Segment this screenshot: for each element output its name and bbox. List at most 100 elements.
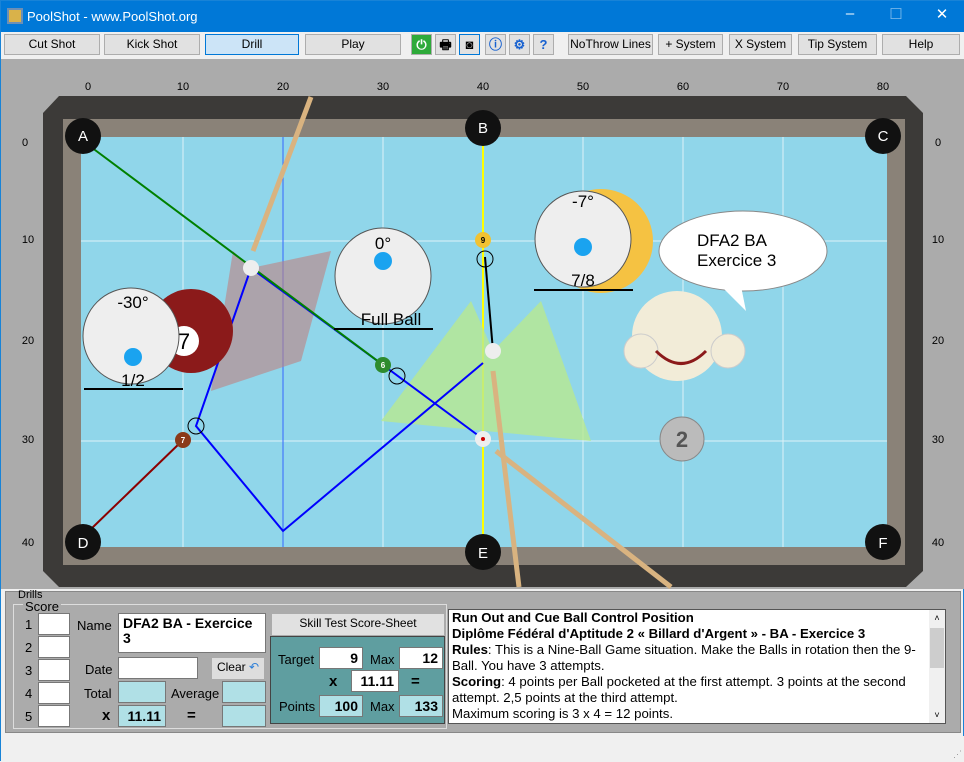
- svg-text:Full Ball: Full Ball: [361, 310, 421, 329]
- x-tick: 0: [85, 81, 91, 93]
- points-label: Points: [279, 699, 316, 714]
- table-area[interactable]: 0 10 20 30 40 50 60 70 80 0 10 20 30 40 0 10 20 30 40 A …: [1, 59, 964, 589]
- max-label: Max: [370, 699, 395, 714]
- svg-text:DFA2 BA: DFA2 BA: [697, 231, 768, 250]
- x-tick: 30: [377, 81, 389, 93]
- svg-text:30: 30: [22, 434, 34, 446]
- svg-text:20: 20: [22, 335, 34, 347]
- row-label: 4: [25, 686, 33, 701]
- svg-text:A: A: [78, 128, 88, 145]
- description-title: Run Out and Cue Ball Control Position: [452, 610, 694, 625]
- no-throw-lines-button[interactable]: NoThrow Lines: [568, 34, 653, 55]
- cut-shot-button[interactable]: Cut Shot: [4, 34, 100, 55]
- equals-sign: =: [411, 673, 420, 690]
- svg-text:B: B: [478, 120, 488, 137]
- help-doc-icon[interactable]: ?: [533, 34, 554, 55]
- row-label: 2: [25, 640, 33, 655]
- equals-sign: =: [187, 707, 196, 724]
- svg-text:7/8: 7/8: [571, 271, 595, 290]
- svg-text:0: 0: [935, 137, 941, 149]
- plus-system-button[interactable]: + System: [658, 34, 723, 55]
- toolbar: Cut Shot Kick Shot Drill Play ⏻ 🖶 ◙ ⓘ ⚙ …: [1, 32, 964, 59]
- date-label: Date: [85, 662, 113, 677]
- x-tick: 60: [677, 81, 689, 93]
- name-input[interactable]: DFA2 BA - Exercice 3: [118, 613, 266, 653]
- drill-description[interactable]: Run Out and Cue Ball Control Position Di…: [448, 609, 946, 724]
- max-scoring-text: Maximum scoring is 3 x 4 = 12 points.: [452, 706, 673, 721]
- resize-grip-icon[interactable]: ⋰: [953, 749, 962, 760]
- svg-text:7: 7: [178, 329, 190, 354]
- row-label: 1: [25, 617, 33, 632]
- scoring-text: Scoring: 4 points per Ball pocketed at t…: [452, 674, 906, 705]
- date-input[interactable]: [118, 657, 198, 679]
- x-tick: 50: [577, 81, 589, 93]
- row-label: 5: [25, 709, 33, 724]
- settings-icon[interactable]: ⚙: [509, 34, 530, 55]
- clear-button[interactable]: Clear ↶: [212, 658, 264, 679]
- print-icon[interactable]: 🖶: [435, 34, 456, 55]
- score-2-input[interactable]: [38, 636, 70, 658]
- svg-text:1/2: 1/2: [121, 371, 145, 390]
- svg-text:Exercice 3: Exercice 3: [697, 251, 776, 270]
- svg-text:20: 20: [932, 335, 944, 347]
- play-button[interactable]: Play: [305, 34, 401, 55]
- power-icon[interactable]: ⏻: [411, 34, 432, 55]
- name-label: Name: [77, 618, 112, 633]
- cue-ball-position: [243, 260, 259, 276]
- svg-text:2: 2: [676, 427, 688, 452]
- drill-button[interactable]: Drill: [205, 34, 299, 55]
- pool-table[interactable]: 0 10 20 30 40 50 60 70 80 010203040 010203040 A …: [1, 59, 964, 589]
- svg-text:F: F: [878, 535, 887, 552]
- max-label: Max: [370, 652, 395, 667]
- info-icon[interactable]: ⓘ: [485, 34, 506, 55]
- score-3-input[interactable]: [38, 659, 70, 681]
- vertical-scrollbar[interactable]: ˄ ˅: [929, 610, 945, 723]
- maximize-button[interactable]: ☐: [873, 5, 919, 29]
- svg-text:40: 40: [932, 537, 944, 549]
- x-system-button[interactable]: X System: [729, 34, 792, 55]
- kick-shot-button[interactable]: Kick Shot: [104, 34, 200, 55]
- target-input[interactable]: 9: [319, 647, 363, 669]
- total-label: Total: [84, 686, 112, 701]
- svg-text:D: D: [78, 535, 89, 552]
- score-5-input[interactable]: [38, 705, 70, 727]
- camera-icon[interactable]: ◙: [459, 34, 480, 55]
- score-1-input[interactable]: [38, 613, 70, 635]
- multiplier-field: 11.11: [118, 705, 166, 727]
- tip-system-button[interactable]: Tip System: [798, 34, 877, 55]
- svg-text:-7°: -7°: [572, 192, 594, 211]
- svg-text:C: C: [878, 128, 889, 145]
- svg-text:30: 30: [932, 434, 944, 446]
- score-4-input[interactable]: [38, 682, 70, 704]
- result-field: [222, 705, 266, 727]
- multiplier-input[interactable]: 11.11: [351, 670, 399, 692]
- minimize-button[interactable]: –: [827, 5, 873, 29]
- close-button[interactable]: ✕: [919, 5, 964, 29]
- points-field: 100: [319, 695, 363, 717]
- x-tick: 40: [477, 81, 489, 93]
- svg-text:10: 10: [22, 234, 34, 246]
- x-tick: 70: [777, 81, 789, 93]
- svg-text:0: 0: [22, 137, 28, 149]
- skill-test-score-sheet-button[interactable]: Skill Test Score-Sheet: [272, 614, 444, 635]
- help-button[interactable]: Help: [882, 34, 960, 55]
- svg-text:10: 10: [932, 234, 944, 246]
- svg-text:6: 6: [381, 361, 386, 370]
- status-bar: ⋰: [1, 736, 964, 762]
- max-input[interactable]: 12: [399, 647, 443, 669]
- target-label: Target: [278, 652, 315, 667]
- svg-text:E: E: [478, 545, 488, 562]
- x-axis-ticks: 0 10 20 30 40 50 60 70 80: [85, 81, 889, 93]
- rules-text: Rules: This is a Nine-Ball Game situatio…: [452, 642, 916, 673]
- window-title: PoolShot - www.PoolShot.org: [27, 9, 198, 24]
- score-label: Score: [23, 599, 61, 614]
- average-label: Average: [171, 686, 220, 701]
- cue-ball-position: [485, 343, 501, 359]
- x-tick: 10: [177, 81, 189, 93]
- times-sign: x: [102, 707, 111, 724]
- x-tick: 20: [277, 81, 289, 93]
- description-subtitle: Diplôme Fédéral d'Aptitude 2 « Billard d…: [452, 626, 866, 641]
- max-points-field: 133: [399, 695, 443, 717]
- times-sign: x: [329, 673, 338, 690]
- x-tick: 80: [877, 81, 889, 93]
